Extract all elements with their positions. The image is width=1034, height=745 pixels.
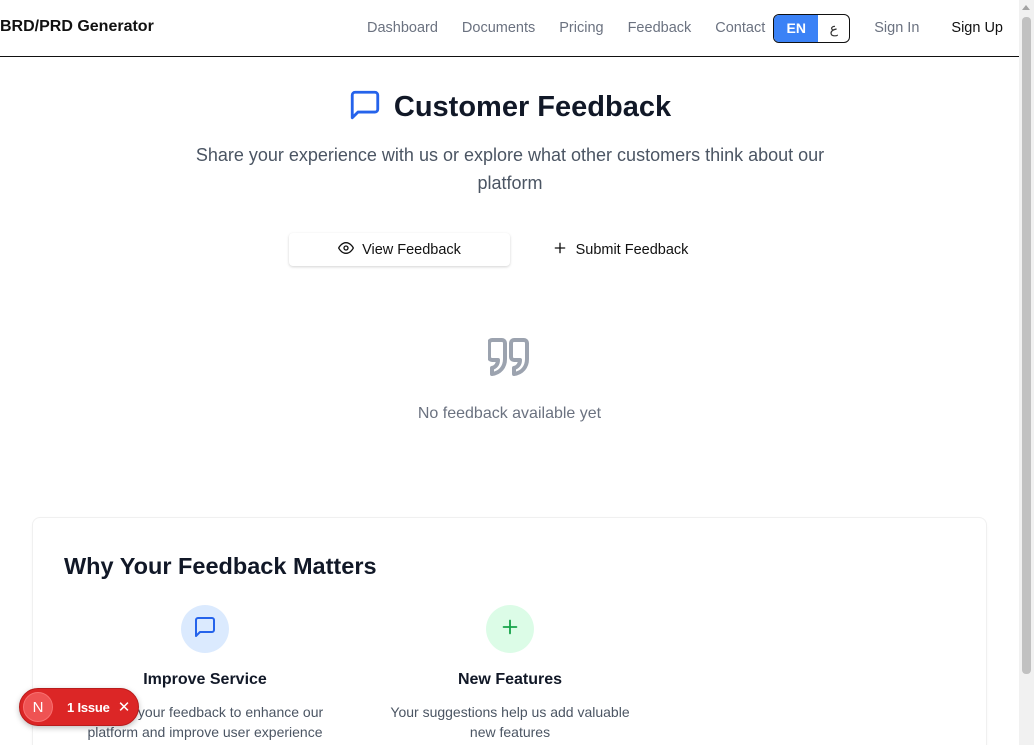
feature-icon-circle [486,605,534,653]
tab-view-label: View Feedback [362,241,461,258]
message-square-icon [348,88,382,127]
empty-state: No feedback available yet [0,336,1019,423]
issue-count-label[interactable]: 1 Issue [67,700,110,715]
top-nav-bar: BRD/PRD Generator Dashboard Documents Pr… [0,0,1019,57]
lang-en-button[interactable]: EN [774,14,819,42]
tab-submit-label: Submit Feedback [575,241,689,258]
feature-new-features: New Features Your suggestions help us ad… [360,605,660,742]
eye-icon [338,240,362,260]
feature-icon-circle [181,605,229,653]
lang-ar-button[interactable]: ع [818,15,849,42]
tab-view-feedback[interactable]: View Feedback [289,233,510,266]
page-subtitle: Share your experience with us or explore… [195,145,825,193]
language-switcher: EN ع [773,13,851,43]
tab-submit-feedback[interactable]: Submit Feedback [510,233,730,266]
nav-feedback[interactable]: Feedback [628,20,692,36]
nav-menu: Dashboard Documents Pricing Feedback Con… [367,13,1019,43]
empty-state-text: No feedback available yet [417,405,602,422]
dev-issues-badge[interactable]: N 1 Issue ✕ [19,688,139,726]
page-title-row: Customer Feedback [0,88,1019,127]
nav-contact[interactable]: Contact [715,20,765,36]
nav-dashboard[interactable]: Dashboard [367,20,438,36]
scroll-thumb[interactable] [1022,17,1031,674]
scroll-up-arrow-icon[interactable] [1022,5,1030,10]
page-title: Customer Feedback [393,91,672,123]
vertical-scrollbar[interactable] [1019,0,1034,745]
sign-in-link[interactable]: Sign In [874,20,919,36]
sign-up-link[interactable]: Sign Up [951,20,1003,36]
nav-documents[interactable]: Documents [462,20,535,36]
plus-icon [499,616,521,643]
feedback-tabs: View Feedback Submit Feedback [289,233,730,266]
why-feedback-card: Why Your Feedback Matters Improve Servic… [32,517,987,745]
feature-description: Your suggestions help us add valuable ne… [390,704,630,740]
close-icon[interactable]: ✕ [118,698,131,716]
plus-icon [552,240,576,260]
brand-logo[interactable]: BRD/PRD Generator [0,18,154,36]
message-square-icon [193,615,217,644]
feature-title: New Features [457,671,563,688]
nav-pricing[interactable]: Pricing [559,20,603,36]
quote-icon [486,338,532,382]
why-feedback-title: Why Your Feedback Matters [64,553,377,579]
feature-title: Improve Service [143,671,267,688]
nextjs-logo-icon: N [23,692,53,722]
